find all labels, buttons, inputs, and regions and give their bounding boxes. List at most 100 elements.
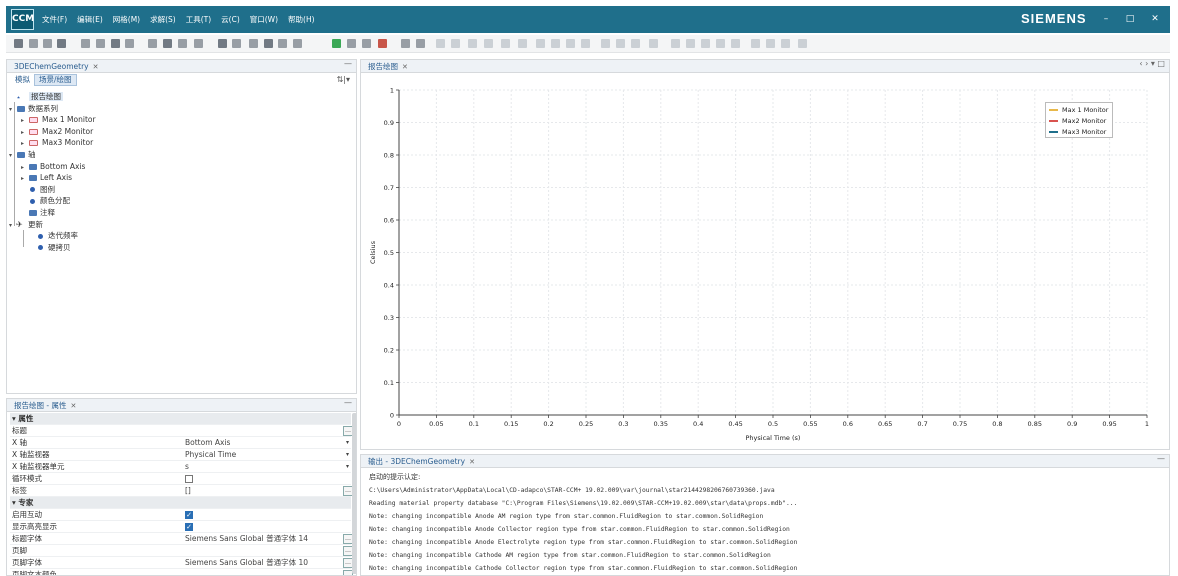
undo-icon[interactable] — [111, 39, 120, 48]
chevron-down-icon[interactable]: ▾ — [346, 437, 349, 449]
tree-item[interactable]: ▾ 数据系列 — [9, 103, 58, 114]
tree-item[interactable]: ▸ Bottom Axis — [21, 161, 85, 172]
toolbar-tool-icon[interactable] — [601, 39, 610, 48]
tree-sort-icon[interactable]: ⇅|▾ — [337, 75, 350, 84]
legend-item[interactable]: Max 1 Monitor — [1049, 105, 1108, 115]
toolbar-tool-icon[interactable] — [501, 39, 510, 48]
tree-item[interactable]: ▾ 轴 — [9, 149, 36, 160]
toolbar-tool-icon[interactable] — [451, 39, 460, 48]
copy-icon[interactable] — [81, 39, 90, 48]
menu-item-5[interactable]: 云(C) — [216, 14, 245, 25]
toolbar-tool-icon[interactable] — [798, 39, 807, 48]
expander-icon[interactable]: ▸ — [21, 173, 28, 184]
open-icon[interactable] — [29, 39, 38, 48]
close-icon[interactable]: ✕ — [70, 402, 76, 410]
chevron-down-icon[interactable]: ▾ — [346, 461, 349, 473]
tab-report-plot[interactable]: 报告绘图 ✕ — [365, 61, 411, 73]
expander-icon[interactable]: ▸ — [21, 127, 28, 138]
plot-icon[interactable] — [264, 39, 273, 48]
table-icon[interactable] — [278, 39, 287, 48]
monitor-icon[interactable] — [293, 39, 302, 48]
menu-item-6[interactable]: 窗口(W) — [245, 14, 283, 25]
step-icon[interactable] — [163, 39, 172, 48]
menu-item-2[interactable]: 网格(M) — [108, 14, 145, 25]
toolbar-tool-icon[interactable] — [631, 39, 640, 48]
property-value[interactable]: Physical Time — [185, 449, 236, 461]
property-row[interactable]: 页脚… — [10, 545, 353, 557]
property-row[interactable]: 标签[]… — [10, 485, 353, 497]
toolbar-tool-icon[interactable] — [701, 39, 710, 48]
toolbar-tool-icon[interactable] — [686, 39, 695, 48]
new-file-icon[interactable] — [14, 39, 23, 48]
props-vertical-scrollbar[interactable] — [352, 413, 356, 574]
property-row[interactable]: 标题… — [10, 425, 353, 437]
chevron-down-icon[interactable]: ▾ — [346, 449, 349, 461]
tab-output[interactable]: 输出 - 3DEChemGeometry ✕ — [365, 456, 478, 468]
toolbar-tool-icon[interactable] — [551, 39, 560, 48]
property-row[interactable]: X 轴 Bottom Axis ▾ — [10, 437, 351, 449]
property-row[interactable]: 页脚字体 Siemens Sans Global 普通字体 10… — [10, 557, 353, 569]
property-row[interactable]: 标题字体 Siemens Sans Global 普通字体 14… — [10, 533, 353, 545]
property-checkbox[interactable] — [185, 475, 193, 483]
toolbar-tool-icon[interactable] — [581, 39, 590, 48]
property-value[interactable]: Siemens Sans Global 普通字体 10 — [185, 557, 308, 569]
property-category[interactable]: ▾ 专家 — [10, 497, 351, 509]
property-category[interactable]: ▾ 属性 — [10, 413, 351, 425]
property-value[interactable]: Bottom Axis — [185, 437, 230, 449]
scene-icon[interactable] — [249, 39, 258, 48]
property-checkbox[interactable]: ✓ — [185, 523, 193, 531]
stop-icon[interactable] — [194, 39, 203, 48]
pause-icon[interactable] — [178, 39, 187, 48]
tab-navigation-icons[interactable]: ‹ › ▾ □ — [1139, 60, 1165, 68]
geometry-icon[interactable] — [232, 39, 241, 48]
view-icon[interactable] — [401, 39, 410, 48]
menu-item-4[interactable]: 工具(T) — [181, 14, 216, 25]
paste-icon[interactable] — [96, 39, 105, 48]
run-man-icon[interactable] — [362, 39, 371, 48]
toolbar-tool-icon[interactable] — [781, 39, 790, 48]
property-row[interactable]: X 轴监视器 Physical Time ▾ — [10, 449, 351, 461]
tree-item[interactable]: ▸ Max3 Monitor — [21, 137, 93, 148]
toolbar-tool-icon[interactable] — [518, 39, 527, 48]
toolbar-tool-icon[interactable] — [536, 39, 545, 48]
stop-solver-icon[interactable] — [378, 39, 387, 48]
menu-item-3[interactable]: 求解(S) — [145, 14, 181, 25]
maximize-button[interactable]: □ — [1122, 12, 1138, 26]
property-row[interactable]: 启用互动 ✓ — [10, 509, 351, 521]
settings-icon[interactable] — [416, 39, 425, 48]
expander-icon[interactable]: ▸ — [21, 138, 28, 149]
tree-item[interactable]: 迭代频率 — [29, 230, 78, 241]
property-row[interactable]: 显示高亮显示 ✓ — [10, 521, 351, 533]
run-icon[interactable] — [148, 39, 157, 48]
redo-icon[interactable] — [125, 39, 134, 48]
property-row[interactable]: 页脚文本颜色… — [10, 569, 353, 575]
tree-item[interactable]: ▸ Left Axis — [21, 172, 72, 183]
tree-item[interactable]: 颜色分配 — [21, 195, 70, 206]
minimize-panel-icon[interactable]: — — [344, 60, 352, 68]
toolbar-tool-icon[interactable] — [751, 39, 760, 48]
toolbar-tool-icon[interactable] — [731, 39, 740, 48]
toolbar-tool-icon[interactable] — [616, 39, 625, 48]
close-icon[interactable]: ✕ — [469, 458, 475, 466]
close-icon[interactable]: ✕ — [402, 63, 408, 71]
mesh-icon[interactable] — [218, 39, 227, 48]
tree-item[interactable]: 注释 — [21, 207, 55, 218]
toolbar-tool-icon[interactable] — [649, 39, 658, 48]
save-all-icon[interactable] — [57, 39, 66, 48]
expander-icon[interactable]: ▸ — [21, 115, 28, 126]
toolbar-tool-icon[interactable] — [766, 39, 775, 48]
toolbar-tool-icon[interactable] — [484, 39, 493, 48]
menu-item-1[interactable]: 编辑(E) — [72, 14, 108, 25]
property-row[interactable]: X 轴监视器单元 s ▾ — [10, 461, 351, 473]
minimize-button[interactable]: – — [1098, 12, 1114, 26]
tree-item[interactable]: ▸ Max2 Monitor — [21, 126, 93, 137]
toolbar-tool-icon[interactable] — [436, 39, 445, 48]
toolbar-tool-icon[interactable] — [468, 39, 477, 48]
tree-item[interactable]: 硬拷贝 — [29, 242, 71, 253]
legend-item[interactable]: Max2 Monitor — [1049, 116, 1106, 126]
expander-icon[interactable]: ▸ — [21, 162, 28, 173]
minimize-panel-icon[interactable]: — — [1157, 455, 1165, 463]
property-value[interactable]: [] — [185, 485, 191, 497]
tree-item[interactable]: 图例 — [21, 184, 55, 195]
tab-properties[interactable]: 报告绘图 - 属性 ✕ — [11, 400, 79, 412]
